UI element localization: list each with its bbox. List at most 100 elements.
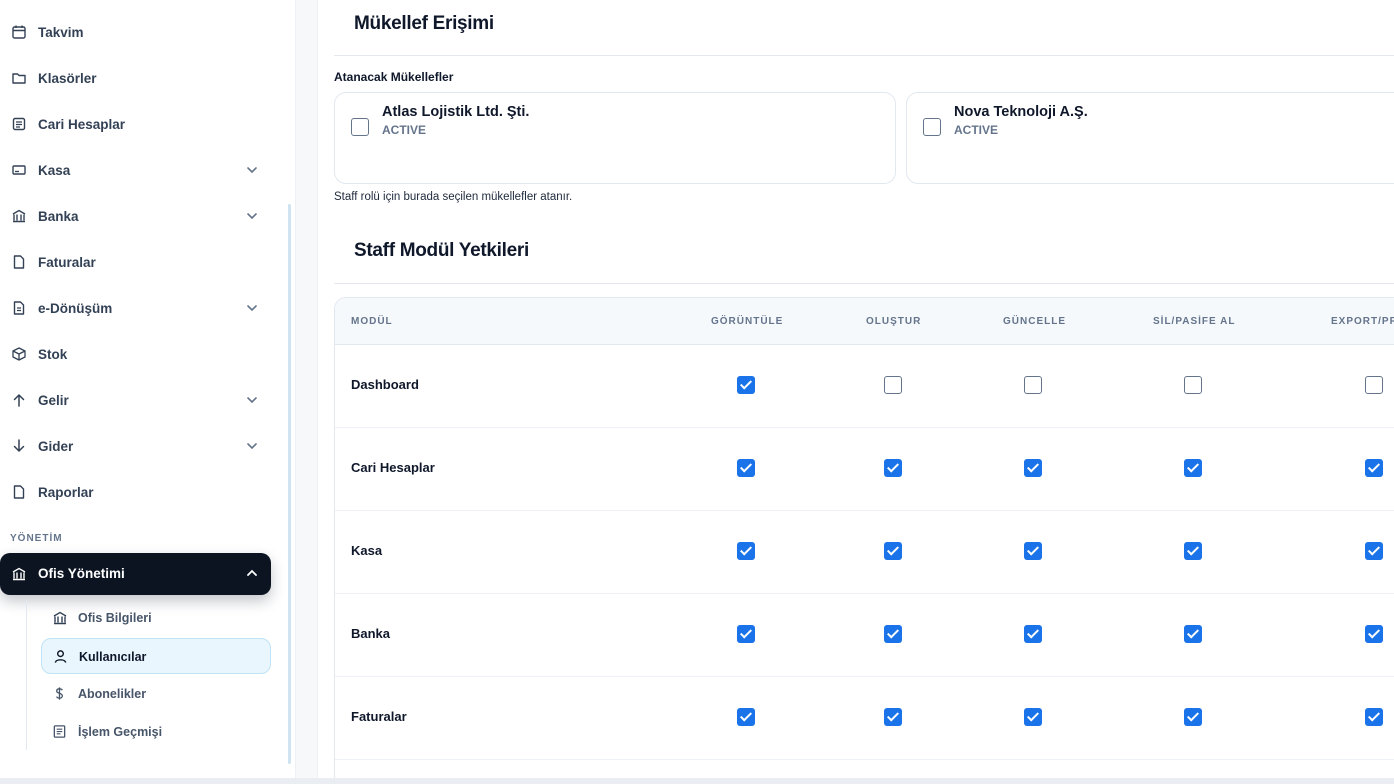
sidebar-item-e-donusum[interactable]: e-Dönüşüm [0, 288, 280, 328]
sidebar-scrollbar[interactable] [288, 204, 291, 764]
chevron-down-icon [245, 163, 259, 177]
permissions-table: MODÜL GÖRÜNTÜLE OLUŞTUR GÜNCELLE SİL/PAS… [334, 297, 1394, 784]
sidebar-item-label: Gelir [38, 392, 69, 408]
column-header-module: MODÜL [351, 316, 393, 327]
bank-icon [52, 610, 67, 625]
chevron-up-icon [245, 566, 259, 580]
box-icon [11, 346, 27, 362]
submenu-item-islem-gecmisi[interactable]: İşlem Geçmişi [41, 714, 271, 750]
submenu-item-kullanicilar[interactable]: Kullanıcılar [41, 638, 271, 674]
permission-checkbox[interactable] [737, 625, 755, 643]
column-header-view: GÖRÜNTÜLE [711, 316, 784, 327]
sidebar-item-kasa[interactable]: Kasa [0, 150, 280, 190]
taxpayer-status: ACTIVE [382, 123, 427, 137]
permission-checkbox[interactable] [737, 459, 755, 477]
submenu-item-label: İşlem Geçmişi [78, 725, 163, 739]
module-name: Dashboard [351, 377, 419, 392]
window-bottom-edge [0, 778, 1394, 784]
permission-checkbox[interactable] [1184, 542, 1202, 560]
sidebar-item-label: Banka [38, 208, 79, 224]
sidebar-item-faturalar[interactable]: Faturalar [0, 242, 280, 282]
cash-box-icon [11, 162, 27, 178]
sidebar-item-klasorler[interactable]: Klasörler [0, 58, 280, 98]
permission-checkbox[interactable] [1184, 708, 1202, 726]
permission-checkbox[interactable] [1365, 625, 1383, 643]
sidebar-item-label: e-Dönüşüm [38, 300, 113, 316]
permission-checkbox[interactable] [1365, 708, 1383, 726]
sidebar-section-title: YÖNETİM [10, 533, 63, 544]
taxpayer-card[interactable]: Nova Teknoloji A.Ş. ACTIVE [906, 92, 1394, 184]
sidebar-item-label: Cari Hesaplar [38, 116, 126, 132]
ledger-icon [11, 116, 27, 132]
permission-checkbox[interactable] [884, 376, 902, 394]
sidebar-item-raporlar[interactable]: Raporlar [0, 472, 280, 512]
folder-icon [11, 70, 27, 86]
module-name: Faturalar [351, 709, 407, 724]
table-row: Cari Hesaplar [335, 428, 1394, 511]
column-header-delete: SİL/PASİFE AL [1153, 316, 1236, 327]
sidebar-item-label: Stok [38, 346, 68, 362]
permission-checkbox[interactable] [1184, 625, 1202, 643]
table-header: MODÜL GÖRÜNTÜLE OLUŞTUR GÜNCELLE SİL/PAS… [335, 298, 1394, 345]
sidebar-item-label: Kasa [38, 162, 71, 178]
permission-checkbox[interactable] [1184, 376, 1202, 394]
chevron-down-icon [245, 301, 259, 315]
sidebar-item-banka[interactable]: Banka [0, 196, 280, 236]
sidebar-item-label: Gider [38, 438, 74, 454]
permission-checkbox[interactable] [884, 708, 902, 726]
taxpayer-card[interactable]: Atlas Lojistik Ltd. Şti. ACTIVE [334, 92, 896, 184]
sidebar-gutter [296, 0, 318, 778]
table-row: Kasa [335, 511, 1394, 594]
divider [334, 283, 1394, 284]
sidebar-item-label: Ofis Yönetimi [38, 566, 125, 581]
submenu-item-abonelikler[interactable]: Abonelikler [41, 676, 271, 712]
chevron-down-icon [245, 439, 259, 453]
table-row: Banka [335, 594, 1394, 677]
permission-checkbox[interactable] [884, 542, 902, 560]
permission-checkbox[interactable] [884, 625, 902, 643]
taxpayer-checkbox[interactable] [923, 118, 941, 136]
permission-checkbox[interactable] [1365, 376, 1383, 394]
permission-checkbox[interactable] [1365, 542, 1383, 560]
chevron-down-icon [245, 209, 259, 223]
sidebar: Takvim Klasörler Cari Hesaplar Kasa Banka Fat… [0, 0, 296, 778]
permission-checkbox[interactable] [1024, 542, 1042, 560]
submenu-item-label: Ofis Bilgileri [78, 611, 152, 625]
permission-checkbox[interactable] [737, 376, 755, 394]
sidebar-item-takvim[interactable]: Takvim [0, 12, 280, 52]
sidebar-item-gider[interactable]: Gider [0, 426, 280, 466]
taxpayer-helper-text: Staff rolü için burada seçilen mükellefl… [334, 191, 573, 203]
permission-checkbox[interactable] [1024, 625, 1042, 643]
column-header-update: GÜNCELLE [1003, 316, 1066, 327]
permission-checkbox[interactable] [737, 542, 755, 560]
column-header-export: EXPORT/PR [1331, 316, 1394, 327]
history-list-icon [52, 724, 67, 739]
table-row: Faturalar [335, 677, 1394, 760]
permissions-section-title: Staff Modül Yetkileri [354, 240, 529, 261]
arrow-up-icon [11, 392, 27, 408]
sidebar-item-ofis-yonetimi[interactable]: Ofis Yönetimi [0, 553, 271, 595]
calendar-icon [11, 24, 27, 40]
main-content: Mükellef Erişimi Atanacak Mükellefler At… [318, 0, 1394, 784]
column-header-create: OLUŞTUR [866, 316, 922, 327]
sidebar-item-stok[interactable]: Stok [0, 334, 280, 374]
permission-checkbox[interactable] [1024, 376, 1042, 394]
submenu-item-label: Kullanıcılar [79, 650, 147, 664]
sidebar-item-cari-hesaplar[interactable]: Cari Hesaplar [0, 104, 280, 144]
dollar-icon [52, 686, 67, 701]
permission-checkbox[interactable] [884, 459, 902, 477]
submenu-guide-line [26, 600, 27, 750]
bank-icon [11, 566, 27, 582]
sidebar-item-gelir[interactable]: Gelir [0, 380, 280, 420]
permission-checkbox[interactable] [1365, 459, 1383, 477]
permission-checkbox[interactable] [737, 708, 755, 726]
submenu-item-label: Abonelikler [78, 687, 147, 701]
permission-checkbox[interactable] [1024, 708, 1042, 726]
taxpayer-status: ACTIVE [954, 123, 999, 137]
taxpayer-checkbox[interactable] [351, 118, 369, 136]
chevron-down-icon [245, 393, 259, 407]
permission-checkbox[interactable] [1184, 459, 1202, 477]
submenu-item-ofis-bilgileri[interactable]: Ofis Bilgileri [41, 600, 271, 636]
permission-checkbox[interactable] [1024, 459, 1042, 477]
e-document-icon [11, 300, 27, 316]
